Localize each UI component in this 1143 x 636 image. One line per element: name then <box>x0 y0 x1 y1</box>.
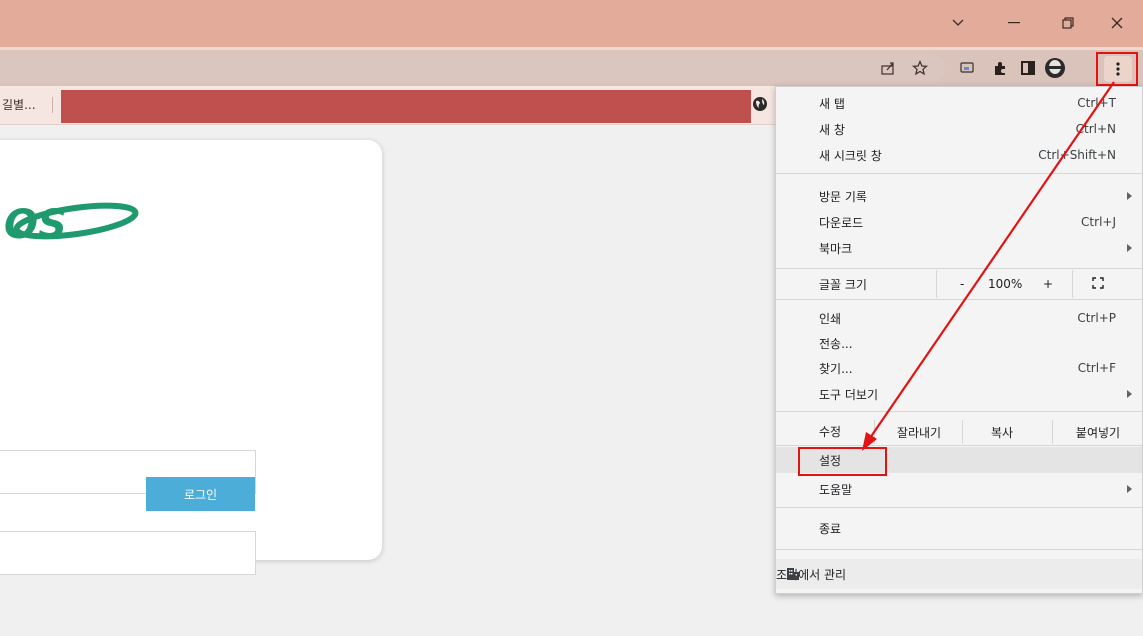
menu-label: 글꼴 크기 <box>819 277 867 292</box>
menu-separator <box>776 173 1142 174</box>
menu-separator <box>776 299 1142 300</box>
menu-item-new-window[interactable]: 새 창 Ctrl+N <box>776 116 1142 142</box>
side-panel-icon[interactable] <box>1018 58 1038 78</box>
menu-label: 다운로드 <box>819 215 864 230</box>
menu-item-new-tab[interactable]: 새 탭 Ctrl+T <box>776 90 1142 116</box>
menu-item-history[interactable]: 방문 기록 <box>776 183 1142 209</box>
restore-icon <box>1062 17 1074 29</box>
menu-label: 종료 <box>819 521 842 536</box>
menu-item-help[interactable]: 도움말 <box>776 476 1142 502</box>
menu-shortcut: Ctrl+J <box>1081 215 1116 229</box>
menu-item-exit[interactable]: 종료 <box>776 515 1142 541</box>
globe-icon[interactable] <box>752 96 768 112</box>
logo-text: OS <box>4 202 67 248</box>
title-bar <box>0 0 1143 47</box>
paste-button[interactable]: 붙여넣기 <box>1052 420 1143 444</box>
menu-item-print[interactable]: 인쇄 Ctrl+P <box>776 305 1142 331</box>
close-button[interactable] <box>1103 10 1131 36</box>
menu-item-managed-by-org[interactable]: 조직에서 관리 <box>776 559 1142 589</box>
bookmark-redacted-area <box>61 90 751 123</box>
profile-icon[interactable] <box>1043 56 1067 80</box>
menu-label: 새 창 <box>819 122 845 137</box>
minimize-icon <box>1008 22 1020 24</box>
menu-label: 도움말 <box>819 482 853 497</box>
menu-item-find[interactable]: 찾기... Ctrl+F <box>776 355 1142 381</box>
menu-shortcut: Ctrl+F <box>1077 361 1116 375</box>
bookmark-separator <box>52 97 53 113</box>
menu-item-bookmarks[interactable]: 북마크 <box>776 235 1142 261</box>
zoom-divider <box>936 270 937 298</box>
zoom-in-button[interactable]: + <box>1043 277 1053 291</box>
menu-shortcut: Ctrl+Shift+N <box>1038 148 1116 162</box>
menu-label: 새 탭 <box>819 96 845 111</box>
submenu-arrow-icon <box>1127 485 1132 493</box>
chrome-main-menu: 새 탭 Ctrl+T 새 창 Ctrl+N 새 시크릿 창 Ctrl+Shift… <box>775 86 1143 594</box>
star-icon[interactable] <box>910 58 930 78</box>
close-icon <box>1111 17 1123 29</box>
site-logo: OS <box>0 188 140 254</box>
menu-label: 인쇄 <box>819 311 842 326</box>
more-menu-highlight-box <box>1096 52 1138 86</box>
menu-label: 도구 더보기 <box>819 387 879 402</box>
submenu-arrow-icon <box>1127 192 1132 200</box>
menu-separator <box>776 507 1142 508</box>
chevron-down-icon <box>952 19 964 26</box>
tab-search-button[interactable] <box>944 10 972 36</box>
bookmark-item[interactable]: 길별... <box>2 96 36 113</box>
menu-label: 수정 <box>819 424 842 439</box>
menu-separator <box>776 445 1142 446</box>
menu-label: 찾기... <box>819 361 853 376</box>
menu-item-incognito[interactable]: 새 시크릿 창 Ctrl+Shift+N <box>776 142 1142 168</box>
menu-zoom-row: 글꼴 크기 <box>776 270 1142 298</box>
settings-highlight-box <box>798 447 887 476</box>
menu-separator <box>776 549 1142 550</box>
copy-button[interactable]: 복사 <box>962 420 1041 444</box>
menu-shortcut: Ctrl+T <box>1077 96 1116 110</box>
restore-button[interactable] <box>1054 10 1082 36</box>
menu-item-more-tools[interactable]: 도구 더보기 <box>776 381 1142 407</box>
login-button[interactable]: 로그인 <box>146 477 255 511</box>
zoom-level: 100% <box>988 277 1023 291</box>
zoom-out-button[interactable]: - <box>960 277 964 291</box>
cast-icon[interactable] <box>957 58 977 78</box>
fullscreen-button[interactable] <box>1092 277 1104 292</box>
cut-button[interactable]: 잘라내기 <box>874 420 963 444</box>
menu-item-downloads[interactable]: 다운로드 Ctrl+J <box>776 209 1142 235</box>
menu-label: 새 시크릿 창 <box>819 148 882 163</box>
browser-toolbar <box>0 50 1143 86</box>
submenu-arrow-icon <box>1127 244 1132 252</box>
menu-item-cast[interactable]: 전송... <box>776 330 1142 356</box>
menu-separator <box>776 268 1142 269</box>
menu-label: 북마크 <box>819 241 853 256</box>
menu-label: 전송... <box>819 336 853 351</box>
building-icon <box>786 567 800 584</box>
minimize-button[interactable] <box>1000 10 1028 36</box>
zoom-divider <box>1072 270 1073 298</box>
menu-shortcut: Ctrl+P <box>1077 311 1116 325</box>
address-bar[interactable] <box>0 53 945 83</box>
share-icon[interactable] <box>878 58 898 78</box>
menu-label: 방문 기록 <box>819 189 867 204</box>
submenu-arrow-icon <box>1127 390 1132 398</box>
menu-separator <box>776 411 1142 412</box>
fullscreen-icon <box>1092 277 1104 289</box>
extensions-icon[interactable] <box>990 58 1010 78</box>
menu-shortcut: Ctrl+N <box>1075 122 1116 136</box>
password-input[interactable] <box>0 531 256 575</box>
